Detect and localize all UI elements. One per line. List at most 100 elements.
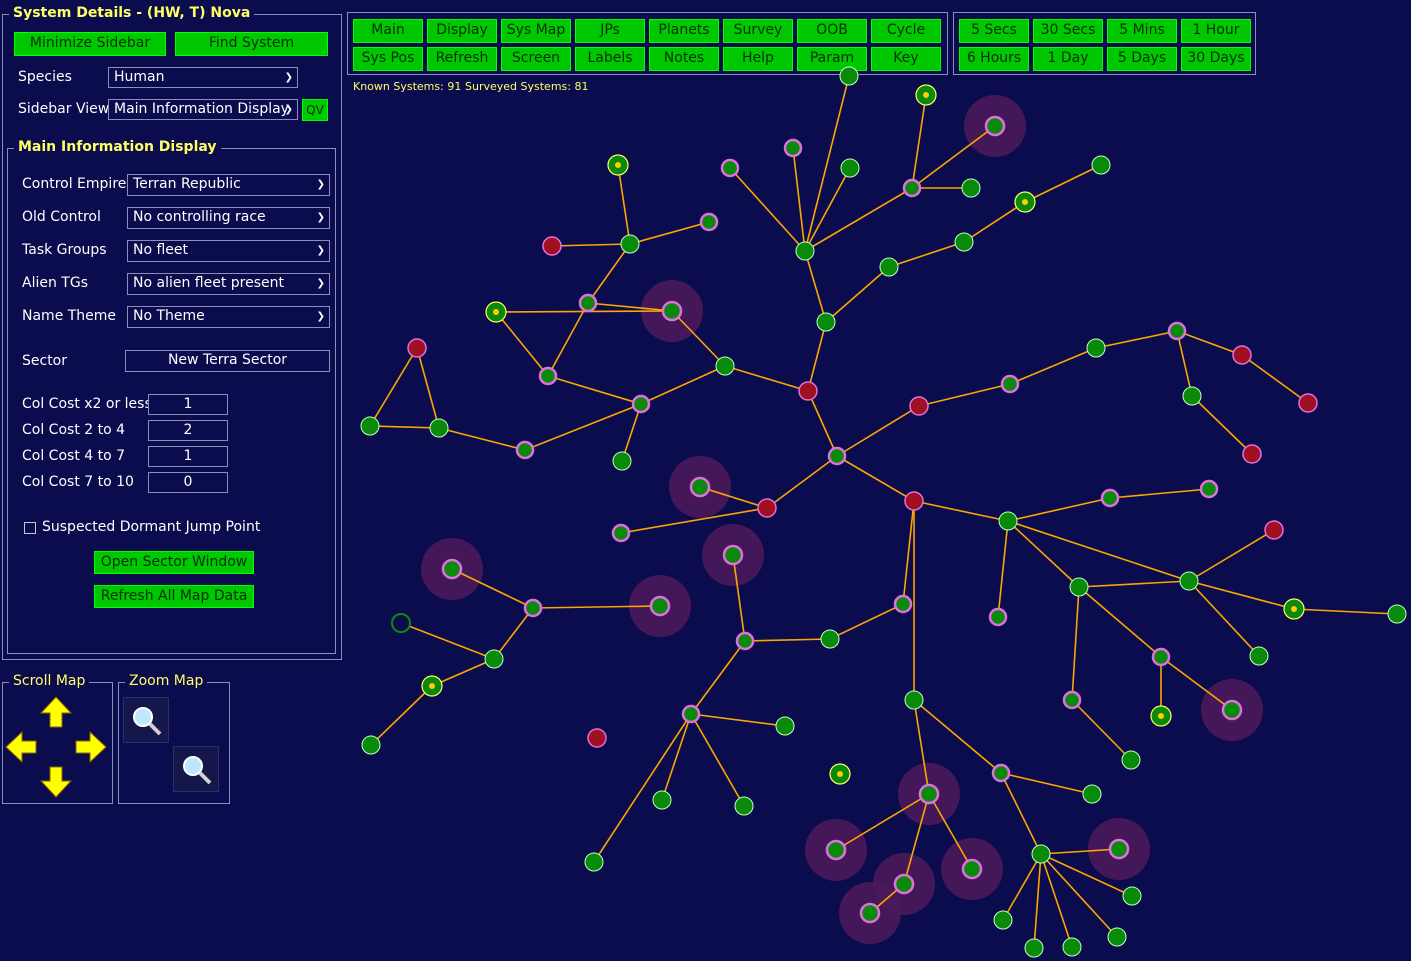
system-node[interactable] xyxy=(1082,784,1102,804)
system-node[interactable] xyxy=(1167,321,1187,341)
system-node[interactable] xyxy=(1062,690,1082,710)
system-node[interactable] xyxy=(620,234,640,254)
jump-link-line xyxy=(617,164,631,245)
system-node[interactable] xyxy=(652,790,672,810)
system-node[interactable] xyxy=(720,158,740,178)
system-node[interactable] xyxy=(904,690,924,710)
system-node[interactable] xyxy=(587,728,607,748)
system-node[interactable] xyxy=(681,704,701,724)
system-node[interactable] xyxy=(1107,927,1127,947)
system-node[interactable] xyxy=(429,418,449,438)
system-node[interactable] xyxy=(611,523,631,543)
system-node[interactable] xyxy=(484,649,504,669)
system-node[interactable] xyxy=(1298,393,1318,413)
star-dot xyxy=(1291,606,1297,612)
system-node[interactable] xyxy=(699,212,719,232)
system-node[interactable] xyxy=(360,416,380,436)
system-node[interactable] xyxy=(783,138,803,158)
system-node[interactable] xyxy=(1151,647,1171,667)
system-node[interactable] xyxy=(361,735,381,755)
system-node[interactable] xyxy=(1031,844,1051,864)
system-node[interactable] xyxy=(1249,646,1269,666)
system-node[interactable] xyxy=(1100,488,1120,508)
system-node[interactable] xyxy=(1024,938,1044,958)
system-node[interactable] xyxy=(1121,750,1141,770)
system-node[interactable] xyxy=(893,873,915,895)
system-node[interactable] xyxy=(649,595,671,617)
system-node[interactable] xyxy=(407,338,427,358)
system-node[interactable] xyxy=(715,356,735,376)
system-node[interactable] xyxy=(1108,838,1130,860)
jump-link-line xyxy=(825,266,890,323)
system-node[interactable] xyxy=(1000,374,1020,394)
system-node[interactable] xyxy=(1221,699,1243,721)
star-dot xyxy=(493,309,499,315)
system-node[interactable] xyxy=(538,366,558,386)
system-node[interactable] xyxy=(542,236,562,256)
system-node[interactable] xyxy=(879,257,899,277)
system-node[interactable] xyxy=(722,544,744,566)
system-node[interactable] xyxy=(735,631,755,651)
system-node[interactable] xyxy=(1232,345,1252,365)
system-node[interactable] xyxy=(820,629,840,649)
system-node[interactable] xyxy=(998,511,1018,531)
system-node[interactable] xyxy=(1091,155,1111,175)
galaxy-map[interactable] xyxy=(0,0,1411,961)
system-node[interactable] xyxy=(1242,444,1262,464)
jump-link-line xyxy=(1002,853,1042,921)
system-node[interactable] xyxy=(1069,577,1089,597)
system-node[interactable] xyxy=(578,293,598,313)
system-node[interactable] xyxy=(840,158,860,178)
system-node[interactable] xyxy=(1086,338,1106,358)
system-node[interactable] xyxy=(1179,571,1199,591)
system-node[interactable] xyxy=(816,312,836,332)
system-node[interactable] xyxy=(859,902,881,924)
system-node[interactable] xyxy=(909,396,929,416)
system-node[interactable] xyxy=(612,451,632,471)
system-node[interactable] xyxy=(391,613,411,633)
system-node[interactable] xyxy=(984,115,1006,137)
system-node[interactable] xyxy=(689,476,711,498)
system-node[interactable] xyxy=(961,178,981,198)
system-node[interactable] xyxy=(991,763,1011,783)
star-dot xyxy=(837,771,843,777)
system-node[interactable] xyxy=(825,839,847,861)
system-node[interactable] xyxy=(988,607,1008,627)
jump-link-line xyxy=(493,607,534,660)
jump-link-line xyxy=(836,455,915,502)
system-node[interactable] xyxy=(1387,604,1407,624)
system-node[interactable] xyxy=(893,594,913,614)
system-node[interactable] xyxy=(954,232,974,252)
system-node[interactable] xyxy=(993,910,1013,930)
system-node[interactable] xyxy=(1182,386,1202,406)
system-node[interactable] xyxy=(902,178,922,198)
jump-link-line xyxy=(1007,497,1111,522)
jump-link-line xyxy=(729,167,806,252)
system-node[interactable] xyxy=(661,300,683,322)
system-node[interactable] xyxy=(775,716,795,736)
system-node[interactable] xyxy=(798,381,818,401)
jump-link-line xyxy=(690,713,786,727)
system-node[interactable] xyxy=(795,241,815,261)
system-node[interactable] xyxy=(918,783,940,805)
jump-link-line xyxy=(918,383,1011,407)
system-node[interactable] xyxy=(734,796,754,816)
jump-link-line xyxy=(690,713,745,807)
system-node[interactable] xyxy=(441,558,463,580)
system-node[interactable] xyxy=(1199,479,1219,499)
system-node[interactable] xyxy=(1062,937,1082,957)
system-node[interactable] xyxy=(1264,520,1284,540)
system-node[interactable] xyxy=(839,66,859,86)
system-node[interactable] xyxy=(1122,886,1142,906)
system-node[interactable] xyxy=(515,440,535,460)
system-node[interactable] xyxy=(584,852,604,872)
system-node[interactable] xyxy=(904,491,924,511)
system-node[interactable] xyxy=(961,858,983,880)
system-node[interactable] xyxy=(757,498,777,518)
jump-link-line xyxy=(1095,330,1178,349)
system-node[interactable] xyxy=(827,446,847,466)
system-node[interactable] xyxy=(631,394,651,414)
jump-link-line xyxy=(547,302,589,377)
star-dot xyxy=(923,92,929,98)
system-node[interactable] xyxy=(523,598,543,618)
